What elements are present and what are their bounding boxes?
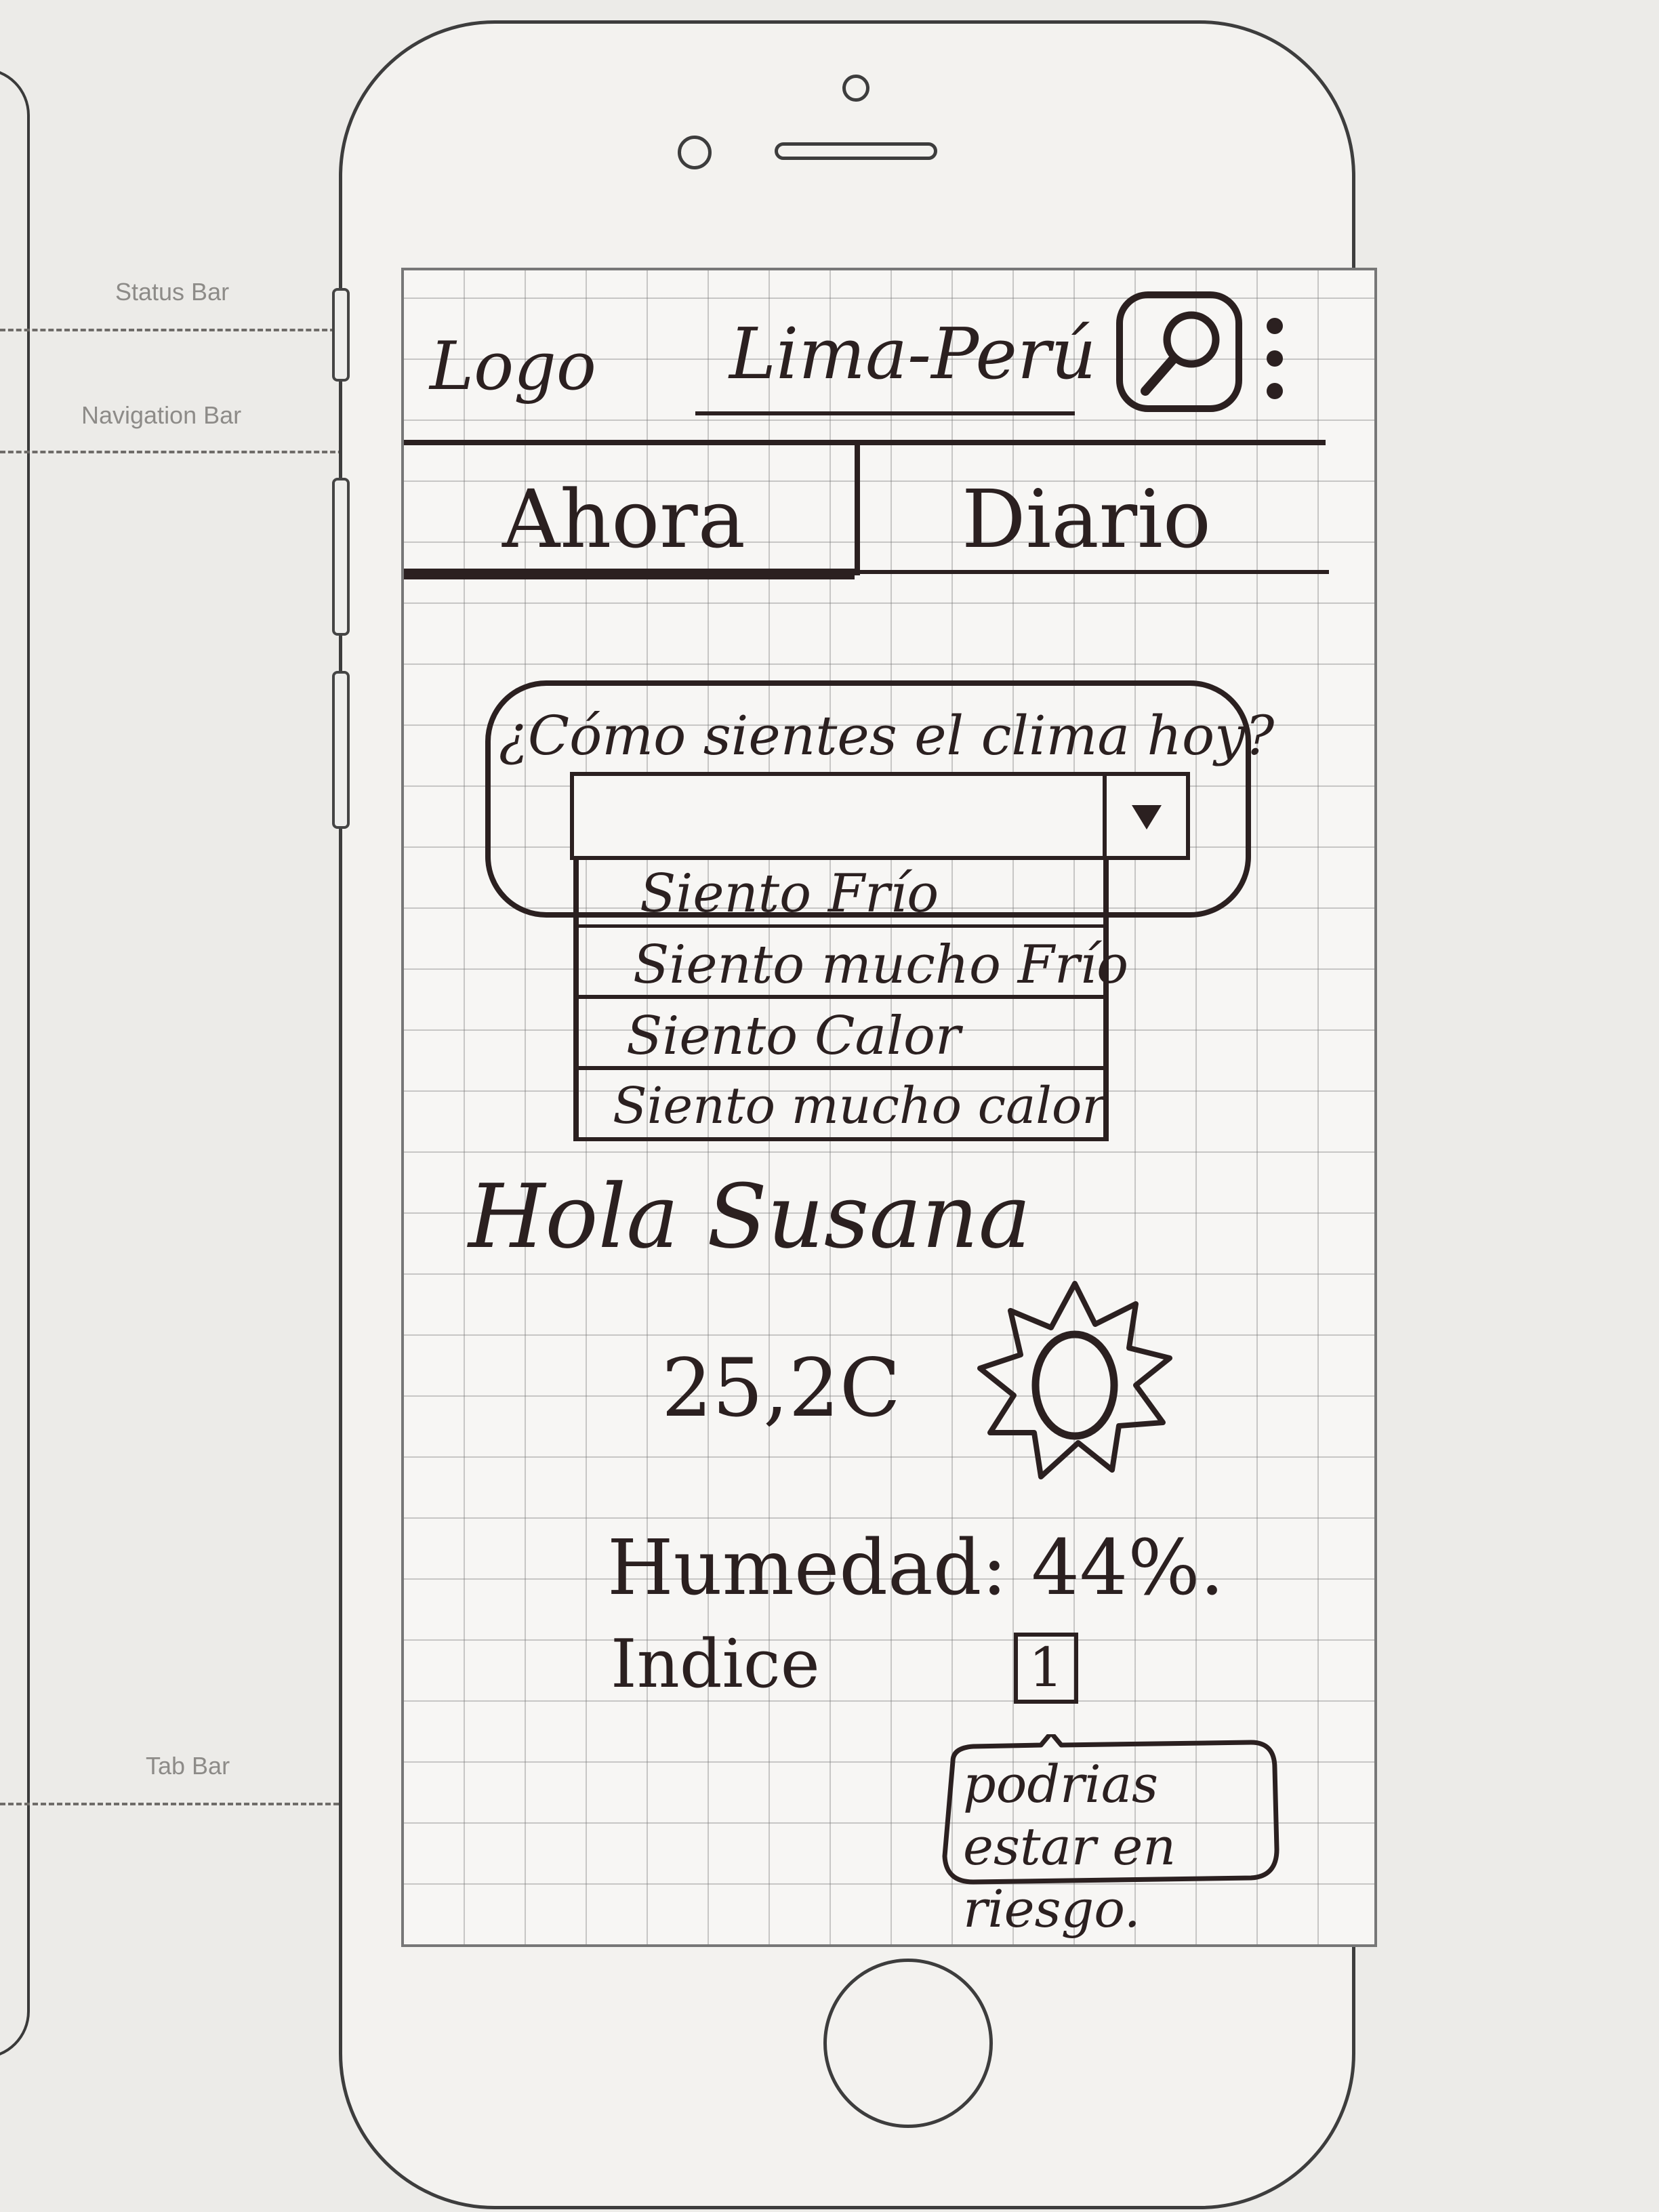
humidity: Humedad: 44%. (607, 1524, 1225, 1612)
feeling-options-list: Siento Frío Siento mucho Frío Siento Cal… (573, 857, 1128, 1141)
tab-diario-label: Diario (962, 472, 1211, 566)
location-label[interactable]: Lima-Perú (729, 312, 1097, 395)
feeling-question: ¿Cómo sientes el clima hoy? (499, 704, 1275, 767)
phone-speaker (775, 142, 937, 160)
tab-diario[interactable]: Diario (860, 445, 1328, 574)
tab-ahora-label: Ahora (502, 472, 746, 566)
triangle-down-icon (1132, 805, 1162, 830)
dropdown-button-divider (1103, 776, 1107, 856)
sun-icon (977, 1281, 1172, 1479)
phone-screen: Logo Lima-Perú Ahora Diario ¿Cómo siente… (401, 268, 1377, 1947)
option-siento-mucho-calor[interactable]: Siento mucho calor (579, 1070, 1106, 1141)
overflow-menu-button[interactable] (1261, 312, 1288, 407)
index-label: Indice (611, 1626, 820, 1703)
phone-camera (842, 75, 869, 102)
feeling-dropdown[interactable] (570, 772, 1190, 860)
more-vertical-icon (1267, 318, 1283, 399)
status-bar-guide-label: Status Bar (115, 278, 230, 306)
index-value-box[interactable]: 1 (1014, 1633, 1078, 1704)
temperature: 25,2C (661, 1341, 901, 1435)
tabs-top-border (404, 440, 1326, 445)
phone-mute-switch (332, 288, 350, 382)
option-label: Siento Frío (640, 863, 939, 924)
index-value: 1 (1029, 1636, 1063, 1699)
search-icon (1116, 291, 1242, 412)
search-button[interactable] (1115, 291, 1244, 413)
option-label: Siento mucho Frío (633, 935, 1129, 996)
tab-bar-guide-label: Tab Bar (146, 1752, 230, 1780)
tooltip-text: podrias estar en riesgo. (963, 1754, 1176, 1939)
option-siento-frio[interactable]: Siento Frío (579, 857, 1103, 928)
risk-tooltip: podrias estar en riesgo. (933, 1734, 1285, 1939)
phone-volume-down (332, 671, 350, 829)
navigation-bar-guide-label: Navigation Bar (81, 401, 242, 429)
adjacent-phone-outline (0, 68, 30, 2059)
home-button[interactable] (823, 1959, 993, 2128)
option-label: Siento mucho calor (613, 1077, 1106, 1135)
weather-icon (966, 1273, 1183, 1490)
option-label: Siento Calor (626, 1006, 961, 1067)
tab-ahora-active-indicator (404, 569, 855, 579)
tab-ahora[interactable]: Ahora (404, 445, 855, 579)
location-underline (695, 411, 1075, 415)
app-logo: Logo (430, 328, 596, 405)
tabs-divider (855, 440, 860, 575)
phone-volume-up (332, 478, 350, 636)
phone-sensor (678, 136, 712, 169)
option-siento-mucho-frio[interactable]: Siento mucho Frío (579, 928, 1128, 999)
option-siento-calor[interactable]: Siento Calor (579, 999, 1103, 1070)
greeting: Hola Susana (468, 1165, 1031, 1268)
